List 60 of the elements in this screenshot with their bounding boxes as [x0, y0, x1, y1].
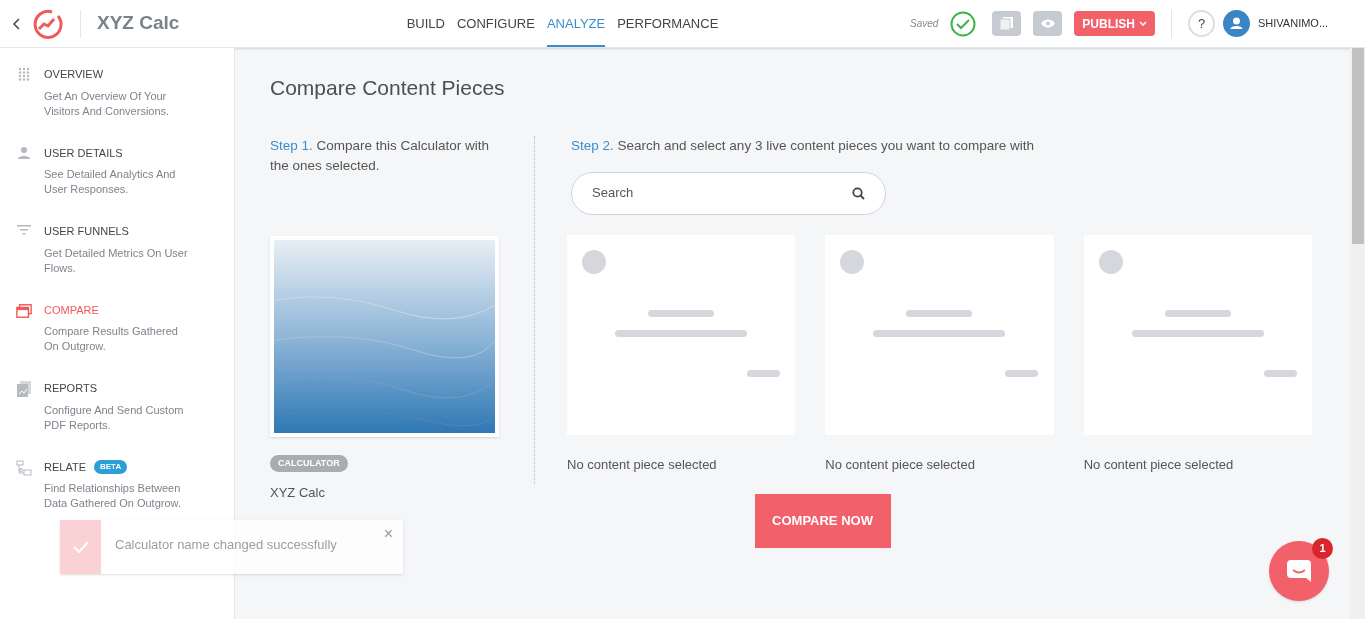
sidebar-item[interactable]: REPORTS Configure And Send Custom PDF Reports. — [16, 380, 216, 433]
calculator-tag: CALCULATOR — [270, 454, 348, 472]
step-1-text: Step 1. Compare this Calculator with the ones selected. — [270, 136, 491, 175]
notification-badge: 1 — [1312, 538, 1333, 559]
sidebar-item-title: USER DETAILS — [44, 145, 123, 161]
sidebar-item[interactable]: RELATE BETA Find Relationships Between Data Gathered On Outgrow. — [16, 458, 216, 511]
hierarchy-icon — [16, 459, 32, 476]
copy-button[interactable] — [992, 11, 1022, 36]
avatar-icon[interactable] — [1223, 10, 1250, 37]
preview-button[interactable] — [1033, 11, 1063, 36]
card-caption: No content piece selected — [1083, 455, 1235, 474]
document-icon — [1000, 17, 1014, 30]
nav-tab[interactable]: BUILD — [406, 0, 445, 47]
check-circle-icon — [950, 10, 977, 37]
nav-tab[interactable]: ANALYZE — [546, 0, 606, 47]
sidebar-item[interactable]: USER DETAILS See Detailed Analytics And User Responses. — [16, 144, 216, 197]
sidebar-item[interactable]: COMPARE Compare Results Gathered On Outgrow. — [16, 301, 216, 354]
calculator-title: XYZ Calc — [97, 11, 180, 36]
help-button[interactable]: ? — [1188, 10, 1215, 37]
beta-badge: BETA — [94, 459, 128, 474]
grid-icon — [17, 67, 31, 81]
chat-icon — [1286, 559, 1312, 583]
search-icon — [852, 186, 865, 200]
filter-icon — [17, 224, 31, 236]
sidebar-item-title: REPORTS — [44, 381, 97, 396]
check-icon — [72, 541, 89, 553]
scrollbar-thumb[interactable] — [1351, 48, 1364, 244]
windows-icon — [16, 302, 32, 319]
search-input[interactable]: Search — [592, 183, 852, 203]
calculator-name: XYZ Calc — [270, 483, 326, 502]
sidebar-item-description: See Detailed Analytics And User Responses. — [44, 167, 177, 197]
sidebar-item-title: OVERVIEW — [44, 67, 104, 82]
sidebar-item-title: RELATE — [44, 459, 86, 475]
sidebar-item[interactable]: OVERVIEW Get An Overview Of Your Visitors And Conversions. — [16, 66, 216, 119]
sidebar-item-description: Configure And Send Custom PDF Reports. — [44, 402, 185, 433]
report-icon — [17, 381, 31, 397]
saved-status: Saved — [909, 17, 939, 31]
card-caption: No content piece selected — [825, 455, 976, 474]
sidebar-item-description: Find Relationships Between Data Gathered On Outgrow. — [44, 481, 182, 511]
empty-card[interactable] — [825, 234, 1054, 435]
nav-tab[interactable]: PERFORMANCE — [617, 0, 719, 47]
nav-tab[interactable]: CONFIGURE — [456, 0, 535, 47]
empty-card[interactable] — [567, 234, 796, 435]
toast-message: Calculator name changed successfully — [115, 536, 337, 555]
user-icon — [17, 145, 31, 160]
card-caption: No content piece selected — [567, 455, 718, 474]
step-2-text: Step 2. Search and select any 3 live content pieces you want to compare with — [571, 136, 1036, 155]
sidebar-item-title: COMPARE — [44, 302, 99, 318]
sidebar-item-description: Compare Results Gathered On Outgrow. — [44, 324, 179, 354]
caret-icon — [1139, 21, 1147, 26]
eye-icon — [1040, 19, 1055, 28]
empty-card[interactable] — [1083, 234, 1312, 435]
back-icon[interactable] — [12, 17, 22, 30]
sidebar-item[interactable]: USER FUNNELS Get Detailed Metrics On User Flows. — [16, 223, 216, 276]
sidebar-item-description: Get Detailed Metrics On User Flows. — [44, 245, 189, 276]
sidebar-item-title: USER FUNNELS — [44, 224, 129, 239]
user-name[interactable]: SHIVANIMO... — [1258, 15, 1350, 32]
sidebar-item-description: Get An Overview Of Your Visitors And Conversions. — [44, 88, 171, 119]
page-heading: Compare Content Pieces — [270, 75, 506, 101]
search-field[interactable]: Search — [571, 171, 886, 215]
